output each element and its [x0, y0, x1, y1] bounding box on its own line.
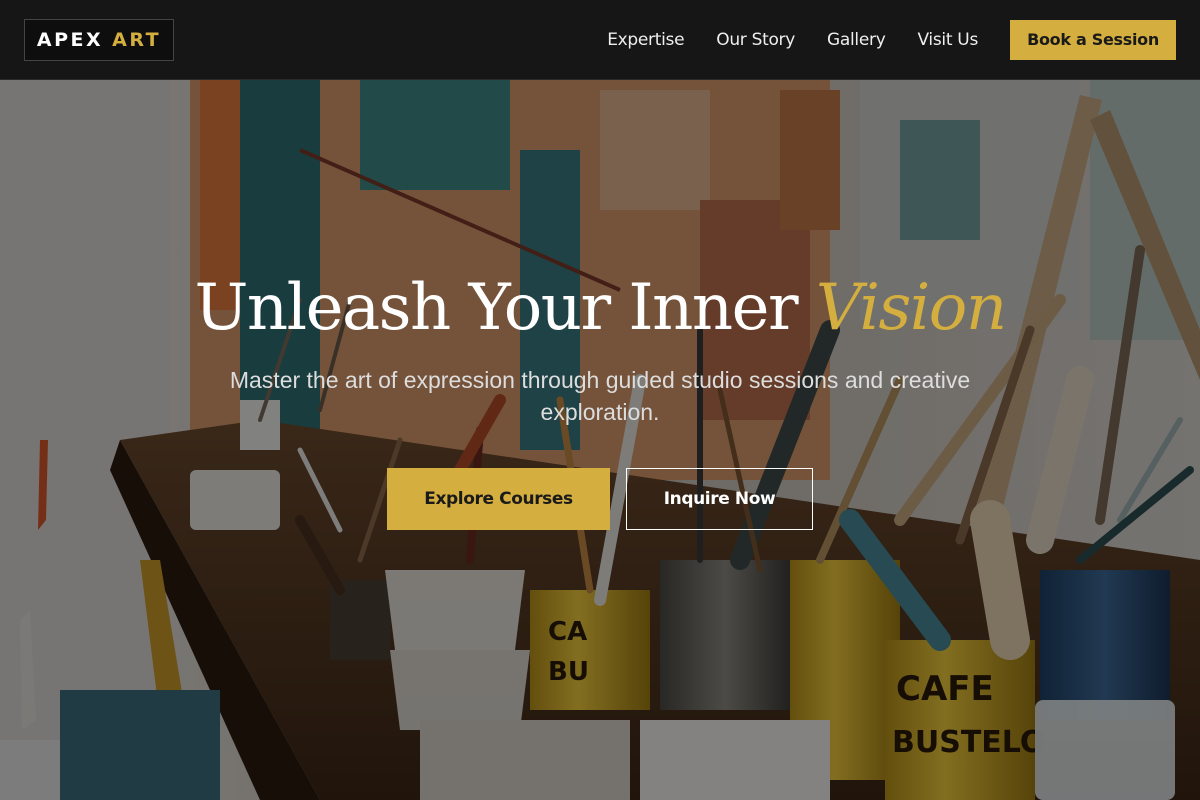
headline-main-text: Unleash Your Inner: [194, 271, 798, 345]
brand-logo[interactable]: APEX ART: [24, 18, 174, 61]
nav-link-gallery[interactable]: Gallery: [827, 30, 886, 50]
nav-link-visit-us[interactable]: Visit Us: [917, 30, 978, 50]
site-header: APEX ART Expertise Our Story Gallery Vis…: [0, 0, 1200, 80]
hero-headline: Unleash Your Inner Vision: [0, 262, 1200, 354]
inquire-now-button[interactable]: Inquire Now: [626, 468, 813, 530]
hero-section: Unleash Your Inner Vision Master the art…: [0, 262, 1200, 530]
explore-courses-button[interactable]: Explore Courses: [387, 468, 610, 530]
book-session-button[interactable]: Book a Session: [1010, 19, 1176, 60]
logo-word-art: ART: [112, 28, 162, 51]
headline-accent-text: Vision: [815, 271, 1007, 345]
main-nav: Expertise Our Story Gallery Visit Us: [607, 30, 978, 50]
logo-word-apex: APEX: [36, 28, 104, 51]
nav-link-expertise[interactable]: Expertise: [607, 30, 684, 50]
nav-link-our-story[interactable]: Our Story: [716, 30, 795, 50]
hero-cta-group: Explore Courses Inquire Now: [0, 468, 1200, 530]
hero-subheadline: Master the art of expression through gui…: [229, 367, 971, 425]
